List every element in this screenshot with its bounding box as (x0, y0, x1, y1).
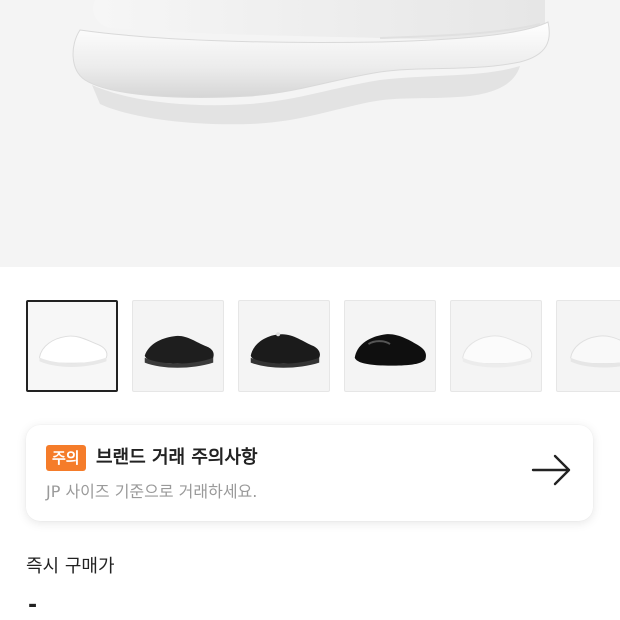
product-hero-image[interactable] (0, 0, 620, 267)
white-sneaker-thumb-image (38, 335, 108, 368)
thumbnail-4[interactable] (344, 300, 436, 392)
brand-notice-card[interactable]: 주의 브랜드 거래 주의사항 JP 사이즈 기준으로 거래하세요. (26, 425, 593, 521)
notice-badge: 주의 (46, 445, 86, 471)
white-sneaker-rear-thumb-image (462, 335, 533, 368)
instant-buy-price-label: 즉시 구매가 (26, 556, 115, 577)
black-laced-sneaker-thumb-image (250, 332, 320, 368)
black-sneaker-thumb-image (144, 335, 214, 368)
notice-subtitle: JP 사이즈 기준으로 거래하세요. (46, 482, 258, 501)
thumbnail-6[interactable] (556, 300, 620, 392)
thumbnail-2[interactable] (132, 300, 224, 392)
thumbnail-3[interactable] (238, 300, 330, 392)
thumbnail-strip[interactable] (26, 300, 620, 392)
white-sneaker-alt-thumb-image (570, 335, 620, 368)
instant-buy-price-value: - (28, 593, 38, 618)
notice-title: 브랜드 거래 주의사항 (96, 447, 258, 468)
sneaker-hero-illustration (72, 0, 550, 125)
thumbnail-1[interactable] (26, 300, 118, 392)
arrow-right-icon[interactable] (531, 453, 573, 487)
black-glossy-sneaker-thumb-image (354, 334, 426, 366)
thumbnail-5[interactable] (450, 300, 542, 392)
